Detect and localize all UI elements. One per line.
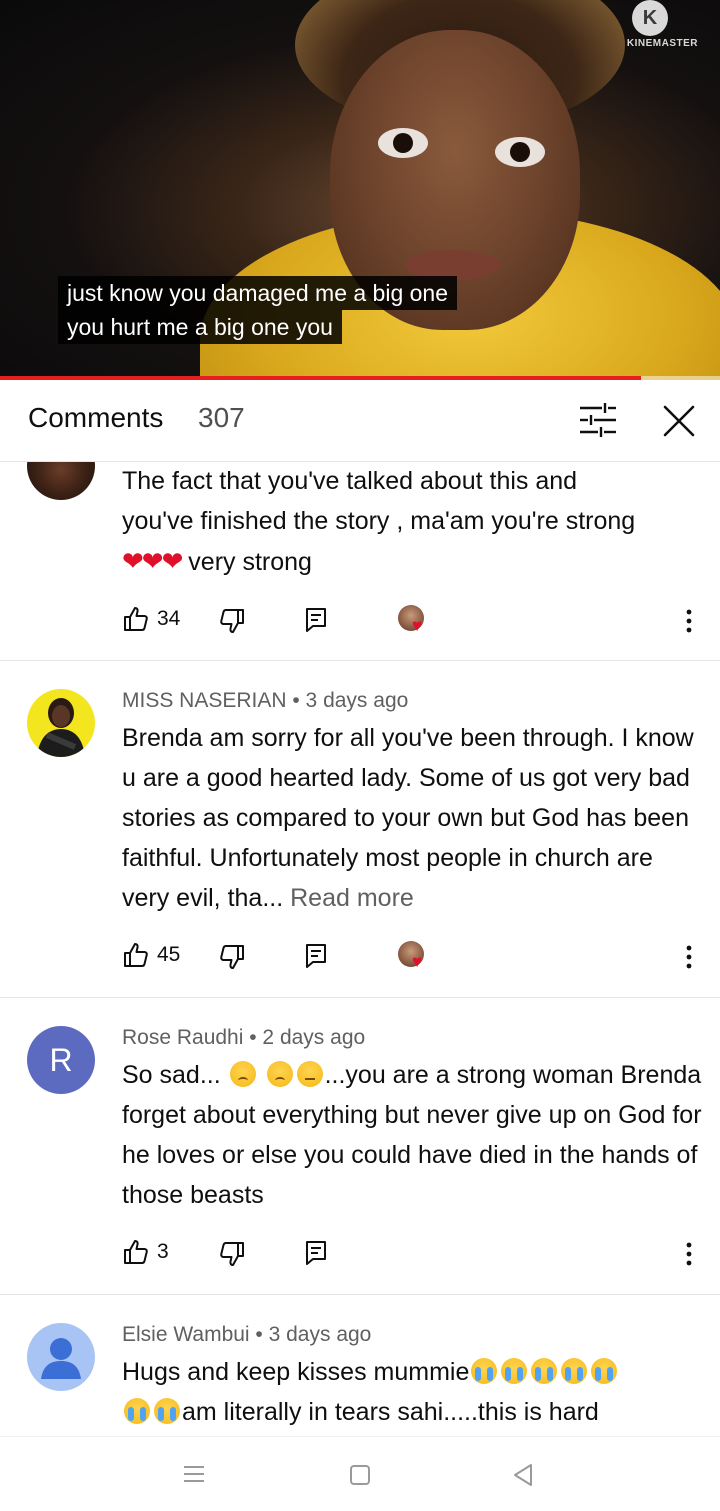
red-heart-emoji: ❤❤❤: [122, 546, 183, 576]
comment-text-line: you've finished the story , ma'am you're…: [122, 507, 636, 535]
more-vert-icon[interactable]: [684, 1240, 694, 1268]
caption-line-2: you hurt me a big one you: [58, 310, 342, 344]
home-icon[interactable]: [350, 1465, 370, 1485]
thumbs-up-icon[interactable]: [122, 605, 150, 633]
default-avatar-icon: [41, 1338, 81, 1379]
crying-face-emoji: [471, 1358, 498, 1384]
pensive-face-emoji: [296, 1061, 323, 1087]
comment-author-meta[interactable]: Rose Raudhi • 2 days ago: [122, 1026, 365, 1050]
comment-item: R Rose Raudhi • 2 days ago So sad... ...…: [0, 998, 720, 1295]
close-icon[interactable]: [656, 398, 702, 444]
comment-item: The fact that you've talked about this a…: [0, 462, 720, 661]
creator-heart-badge: ♥: [398, 941, 434, 973]
comment-body: am literally in tears sahi.....this is h…: [182, 1398, 599, 1426]
reply-icon[interactable]: [304, 943, 328, 969]
like-count: 45: [157, 943, 181, 966]
crying-face-emoji: [531, 1358, 558, 1384]
comments-count: 307: [198, 402, 245, 433]
comment-body: Hugs and keep kisses mummie: [122, 1358, 470, 1386]
comment-author-meta[interactable]: Elsie Wambui • 3 days ago: [122, 1323, 371, 1347]
comment-text: So sad... ...you are a strong woman Bren…: [122, 1055, 702, 1215]
more-vert-icon[interactable]: [684, 943, 694, 971]
thumbs-down-icon[interactable]: [218, 1240, 246, 1268]
more-vert-icon[interactable]: [684, 607, 694, 635]
avatar[interactable]: R: [27, 1026, 95, 1094]
thumbs-up-icon[interactable]: [122, 941, 150, 969]
kinemaster-watermark: KINEMASTER: [626, 38, 698, 49]
video-frame-eye: [378, 128, 428, 158]
crying-face-emoji: [501, 1358, 528, 1384]
comment-text: Hugs and keep kisses mummie am literally …: [122, 1352, 702, 1432]
thumbs-up-icon[interactable]: [122, 1238, 150, 1266]
like-count: 3: [157, 1240, 169, 1263]
comment-actions: 34 ♥: [122, 605, 702, 635]
avatar[interactable]: [27, 462, 95, 500]
comment-text-line: very strong: [181, 548, 312, 576]
avatar[interactable]: [27, 689, 95, 757]
avatar-image: [37, 698, 85, 757]
comment-body: So sad...: [122, 1061, 228, 1089]
comment-actions: 45 ♥: [122, 941, 702, 971]
comment-text: Brenda am sorry for all you've been thro…: [122, 718, 702, 918]
back-icon[interactable]: [512, 1463, 534, 1487]
video-caption: just know you damaged me a big one you h…: [58, 276, 458, 344]
crying-face-emoji: [124, 1398, 150, 1424]
reply-icon[interactable]: [304, 607, 328, 633]
comments-header: Comments 307: [0, 380, 720, 462]
crying-face-emoji: [154, 1398, 180, 1424]
reply-icon[interactable]: [304, 1240, 328, 1266]
crying-face-emoji: [561, 1358, 588, 1384]
comments-title: Comments: [28, 402, 164, 433]
thumbs-down-icon[interactable]: [218, 943, 246, 971]
caption-line-1: just know you damaged me a big one: [58, 276, 458, 310]
sad-face-emoji: [266, 1061, 293, 1087]
comment-actions: 3: [122, 1238, 702, 1268]
system-nav-bar: [0, 1436, 720, 1511]
comment-text: The fact that you've talked about this a…: [122, 462, 702, 582]
avatar[interactable]: [27, 1323, 95, 1391]
sliders-icon[interactable]: [576, 400, 620, 440]
heart-icon: ♥: [412, 952, 423, 971]
video-frame-eye: [495, 137, 545, 167]
video-player[interactable]: K KINEMASTER just know you damaged me a …: [0, 0, 720, 380]
heart-icon: ♥: [412, 616, 423, 635]
like-count: 34: [157, 607, 181, 630]
read-more-link[interactable]: Read more: [290, 884, 414, 912]
comments-list[interactable]: The fact that you've talked about this a…: [0, 462, 720, 1436]
crying-face-emoji: [591, 1358, 618, 1384]
comment-item: Elsie Wambui • 3 days ago Hugs and keep …: [0, 1295, 720, 1436]
recent-apps-icon[interactable]: [183, 1464, 205, 1484]
comment-text-line: The fact that you've talked about this a…: [122, 467, 578, 495]
comment-author-meta[interactable]: MISS NASERIAN • 3 days ago: [122, 689, 408, 713]
comment-item: MISS NASERIAN • 3 days ago Brenda am sor…: [0, 661, 720, 998]
creator-heart-badge: ♥: [398, 605, 434, 637]
thumbs-down-icon[interactable]: [218, 607, 246, 635]
kinemaster-logo-icon: K: [632, 0, 668, 36]
sad-face-emoji: [229, 1061, 256, 1087]
